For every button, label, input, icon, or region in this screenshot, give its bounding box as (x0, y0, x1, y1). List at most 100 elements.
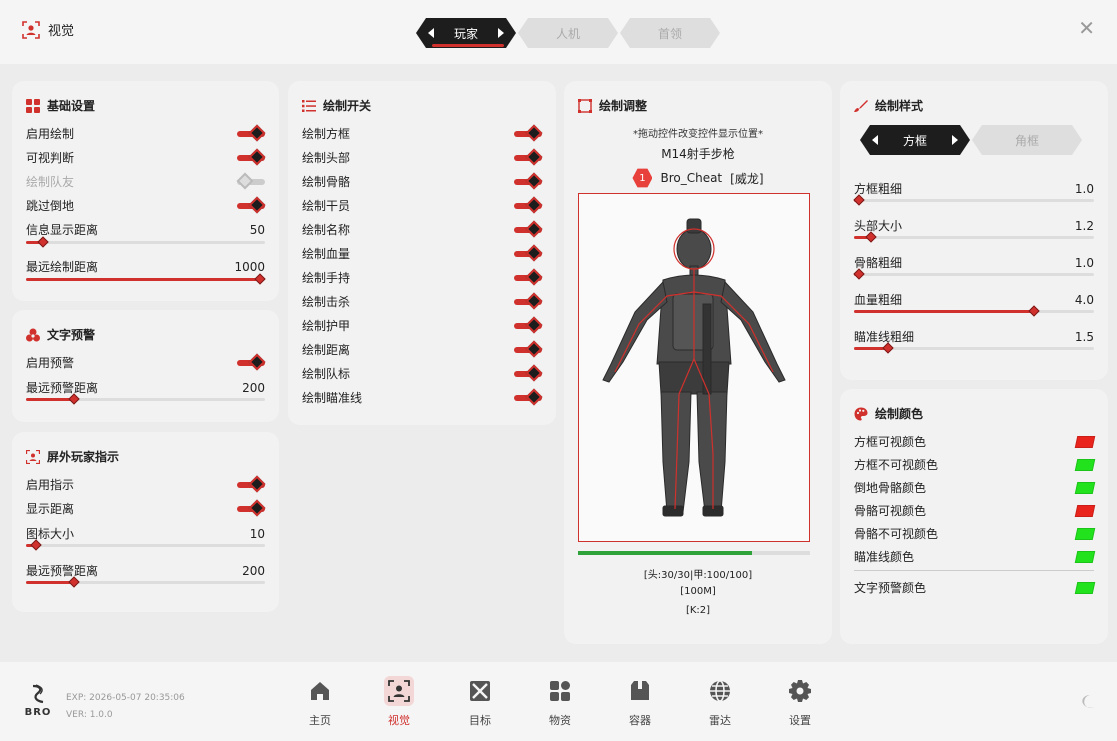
toggle-label: 启用绘制 (26, 127, 75, 141)
offscreen-max-distance-slider[interactable] (26, 576, 265, 588)
box-visible-color-swatch[interactable] (1074, 435, 1096, 448)
nav-radar[interactable]: 雷达 (695, 676, 745, 728)
text-warning-color-swatch[interactable] (1074, 581, 1096, 594)
slider-value: 1.5 (1074, 329, 1094, 344)
skeleton-thickness-slider[interactable] (853, 268, 1094, 280)
aim-line-thickness-slider[interactable] (854, 342, 1094, 354)
head-size-slider[interactable] (854, 231, 1094, 243)
toggle-label: 绘制护甲 (302, 319, 351, 333)
slider-value: 4.0 (1074, 292, 1094, 307)
logo: BRO (22, 684, 54, 718)
tab-bot[interactable]: 人机 (518, 18, 618, 48)
health-bar (578, 551, 810, 555)
draw-distance-toggle[interactable] (514, 340, 543, 357)
dark-mode-moon-icon[interactable] (1079, 694, 1095, 710)
license-meta: EXP: 2026-05-07 20:35:06 VER: 1.0.0 (66, 690, 185, 724)
draw-name-toggle[interactable] (514, 220, 543, 237)
draw-teammates-toggle[interactable] (236, 172, 265, 189)
slider-value: 1000 (234, 259, 265, 274)
enable-indicator-toggle[interactable] (237, 475, 266, 492)
toggle-label: 绘制名称 (302, 223, 351, 237)
close-icon[interactable]: ✕ (1078, 18, 1095, 38)
max-warning-distance-slider[interactable] (26, 393, 265, 405)
box-icon (625, 676, 655, 706)
draw-health-toggle[interactable] (514, 244, 543, 261)
text-warning-panel: 文字预警 启用预警 最远预警距离 200 (12, 310, 279, 422)
slider-row-info-distance: 信息显示距离 50 (26, 221, 265, 238)
box-invisible-color-swatch[interactable] (1074, 458, 1096, 471)
toggle-row-draw-health: 绘制血量 (302, 244, 543, 262)
nav-visual[interactable]: 视觉 (374, 676, 424, 728)
draw-kills-toggle[interactable] (514, 292, 543, 309)
toggle-row-draw-team-marker: 绘制队标 (302, 364, 543, 382)
skeleton-visible-color-swatch[interactable] (1074, 504, 1096, 517)
box-thickness-slider[interactable] (853, 194, 1094, 206)
toggle-row-enable-warning: 启用预警 (26, 353, 266, 371)
toggle-row-enable-draw: 启用绘制 (26, 124, 266, 142)
slider-value: 1.0 (1074, 255, 1094, 270)
draw-box-toggle[interactable] (514, 124, 543, 141)
show-distance-toggle[interactable] (237, 499, 266, 516)
info-distance-slider[interactable] (26, 236, 265, 248)
nav-supplies[interactable]: 物资 (535, 676, 585, 728)
draw-operator-toggle[interactable] (514, 196, 543, 213)
visible-check-toggle[interactable] (237, 148, 266, 165)
app-title: 视觉 (22, 20, 74, 39)
max-draw-distance-slider[interactable] (26, 273, 266, 285)
weapon-label[interactable]: M14射手步枪 (564, 145, 832, 162)
nav-home[interactable]: 主页 (295, 676, 345, 728)
draw-adjust-title-text: 绘制调整 (599, 99, 648, 113)
visual-icon (22, 20, 40, 39)
toggle-label: 启用指示 (26, 478, 75, 492)
preview-box[interactable] (578, 193, 810, 542)
info-line-head-armor[interactable]: [头:30/30|甲:100/100] (564, 566, 832, 581)
draw-skeleton-toggle[interactable] (514, 172, 543, 189)
downed-skeleton-color-swatch[interactable] (1074, 481, 1096, 494)
toggle-label: 跳过倒地 (26, 199, 75, 213)
basic-settings-title: 基础设置 (26, 97, 95, 114)
globe-icon (705, 676, 735, 706)
icon-size-slider[interactable] (26, 539, 265, 551)
toggle-label: 启用预警 (26, 356, 75, 370)
color-label: 倒地骨骼颜色 (854, 481, 927, 495)
aim-line-color-swatch[interactable] (1074, 550, 1096, 563)
draw-team-marker-toggle[interactable] (514, 364, 543, 381)
draw-held-toggle[interactable] (514, 268, 543, 285)
toggle-row-draw-head: 绘制头部 (302, 148, 543, 166)
app-title-text: 视觉 (48, 24, 75, 39)
tab-boss[interactable]: 首领 (620, 18, 720, 48)
draw-adjust-panel: 绘制调整 *拖动控件改变控件显示位置* M14射手步枪 1 Bro_Cheat … (564, 81, 832, 644)
skeleton-invisible-color-swatch[interactable] (1074, 527, 1096, 540)
enable-draw-toggle[interactable] (237, 124, 266, 141)
nav-container[interactable]: 容器 (615, 676, 665, 728)
skip-downed-toggle[interactable] (237, 196, 266, 213)
tab-corner[interactable]: 角框 (972, 125, 1082, 155)
info-line-kills[interactable]: [K:2] (564, 605, 832, 616)
info-line-distance[interactable]: [100M] (564, 586, 832, 597)
color-row-downed-skeleton: 倒地骨骼颜色 (854, 479, 1096, 496)
slider-value: 200 (242, 380, 265, 395)
health-thickness-slider[interactable] (854, 305, 1094, 317)
draw-aim-line-toggle[interactable] (514, 388, 543, 405)
draw-style-panel: 绘制样式 方框 角框 方框粗细 1.0 头部大小 1.2 骨骼粗细 1.0 血量粗细 4… (840, 81, 1108, 380)
top-bar: 视觉 玩家 人机 首领 ✕ (0, 0, 1117, 64)
tab-player-label: 玩家 (453, 26, 478, 41)
slider-label: 最远绘制距离 (26, 260, 99, 274)
tab-box[interactable]: 方框 (860, 125, 970, 155)
toggle-row-skip-downed: 跳过倒地 (26, 196, 266, 214)
enable-warning-toggle[interactable] (237, 353, 266, 370)
draw-style-title-text: 绘制样式 (875, 99, 924, 113)
draw-style-title: 绘制样式 (854, 97, 923, 114)
nav-target[interactable]: 目标 (455, 676, 505, 728)
draw-armor-toggle[interactable] (514, 316, 543, 333)
draw-head-toggle[interactable] (514, 148, 543, 165)
slider-value: 200 (242, 563, 265, 578)
player-name-row[interactable]: 1 Bro_Cheat [威龙] (564, 168, 832, 188)
bottom-bar: BRO EXP: 2026-05-07 20:35:06 VER: 1.0.0 … (0, 662, 1117, 741)
nav-settings[interactable]: 设置 (775, 676, 825, 728)
nav-visual-label: 视觉 (388, 714, 410, 727)
draw-switch-panel: 绘制开关 绘制方框 绘制头部 绘制骨骼 绘制干员 绘制名称 绘制血量 绘制手持 … (288, 81, 556, 425)
health-bar-fill (578, 551, 752, 555)
color-label: 方框不可视颜色 (854, 458, 939, 472)
active-tab-underline (432, 44, 504, 47)
